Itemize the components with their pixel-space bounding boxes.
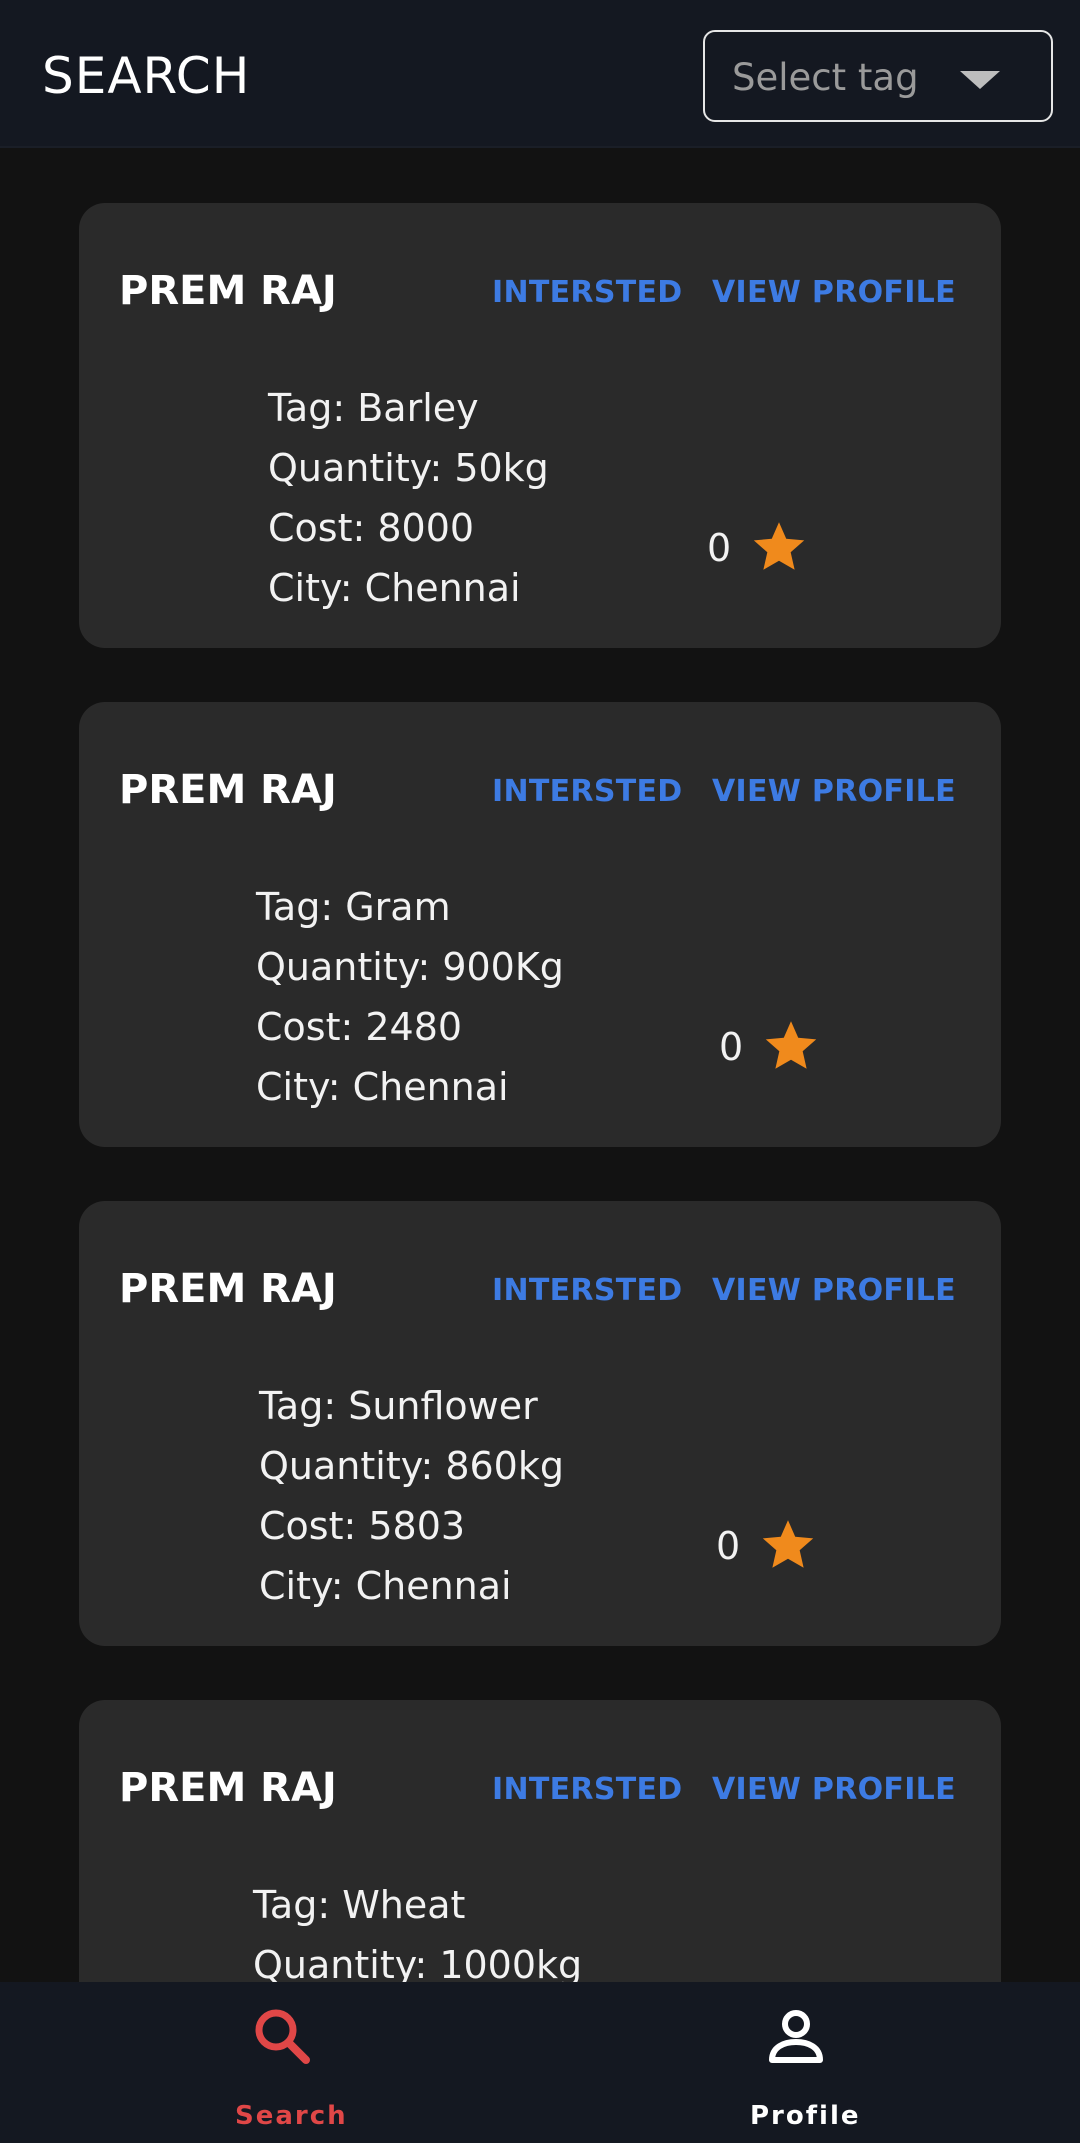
nav-tab-profile[interactable]: Profile [540, 1982, 1080, 2143]
interested-button[interactable]: INTERSTED [492, 273, 683, 313]
view-profile-button[interactable]: VIEW PROFILE [712, 1770, 956, 1810]
listing-quantity: Quantity: 860kg [259, 1444, 564, 1488]
listing-details: Tag: Wheat Quantity: 1000kg [253, 1875, 582, 1982]
rating: 0 [707, 518, 847, 578]
result-card: PREM RAJ INTERSTED VIEW PROFILE Tag: Whe… [79, 1700, 1001, 1982]
listing-tag: Tag: Wheat [253, 1883, 466, 1927]
interested-button[interactable]: INTERSTED [492, 1271, 683, 1311]
bottom-navigation: Search Profile [0, 1982, 1080, 2143]
search-icon [255, 2009, 310, 2064]
app-root: SEARCH Select tag PREM RAJ INTERSTED VIE… [0, 0, 1080, 2143]
listing-quantity: Quantity: 1000kg [253, 1943, 583, 1982]
caret-down-icon [960, 71, 1000, 89]
listing-details: Tag: Barley Quantity: 50kg Cost: 8000 Ci… [268, 378, 549, 618]
listing-details: Tag: Sunflower Quantity: 860kg Cost: 580… [259, 1376, 564, 1616]
listing-city: City: Chennai [259, 1564, 512, 1608]
rating-count: 0 [719, 1025, 744, 1069]
listing-cost: Cost: 8000 [268, 506, 475, 550]
listing-cost: Cost: 5803 [259, 1504, 466, 1548]
listing-tag: Tag: Gram [256, 885, 451, 929]
listing-quantity: Quantity: 50kg [268, 446, 549, 490]
star-icon [762, 1520, 814, 1568]
top-bar: SEARCH Select tag [0, 0, 1080, 148]
listing-quantity: Quantity: 900Kg [256, 945, 564, 989]
view-profile-button[interactable]: VIEW PROFILE [712, 1271, 956, 1311]
listing-city: City: Chennai [268, 566, 521, 610]
interested-button[interactable]: INTERSTED [492, 772, 683, 812]
star-icon [765, 1021, 817, 1069]
seller-name: PREM RAJ [119, 767, 337, 813]
seller-name: PREM RAJ [119, 268, 337, 314]
rating-count: 0 [707, 526, 732, 570]
listing-tag: Tag: Barley [268, 386, 479, 430]
seller-name: PREM RAJ [119, 1266, 337, 1312]
tag-select-dropdown[interactable]: Select tag [703, 30, 1053, 122]
listing-details: Tag: Gram Quantity: 900Kg Cost: 2480 Cit… [256, 877, 564, 1117]
result-card: PREM RAJ INTERSTED VIEW PROFILE Tag: Bar… [79, 203, 1001, 648]
view-profile-button[interactable]: VIEW PROFILE [712, 772, 956, 812]
rating: 0 [716, 1516, 856, 1576]
seller-name: PREM RAJ [119, 1765, 337, 1811]
tag-select-placeholder: Select tag [732, 56, 919, 99]
page-title: SEARCH [42, 47, 251, 105]
interested-button[interactable]: INTERSTED [492, 1770, 683, 1810]
nav-tab-search[interactable]: Search [0, 1982, 540, 2143]
rating: 0 [719, 1017, 859, 1077]
view-profile-button[interactable]: VIEW PROFILE [712, 273, 956, 313]
person-icon [769, 2010, 823, 2063]
result-card: PREM RAJ INTERSTED VIEW PROFILE Tag: Sun… [79, 1201, 1001, 1646]
nav-tab-profile-label: Profile [750, 2101, 861, 2131]
listing-cost: Cost: 2480 [256, 1005, 463, 1049]
star-icon [753, 522, 805, 570]
listing-tag: Tag: Sunflower [259, 1384, 538, 1428]
result-card: PREM RAJ INTERSTED VIEW PROFILE Tag: Gra… [79, 702, 1001, 1147]
nav-tab-search-label: Search [235, 2101, 348, 2131]
listing-city: City: Chennai [256, 1065, 509, 1109]
results-list[interactable]: PREM RAJ INTERSTED VIEW PROFILE Tag: Bar… [0, 148, 1080, 1982]
rating-count: 0 [716, 1524, 741, 1568]
